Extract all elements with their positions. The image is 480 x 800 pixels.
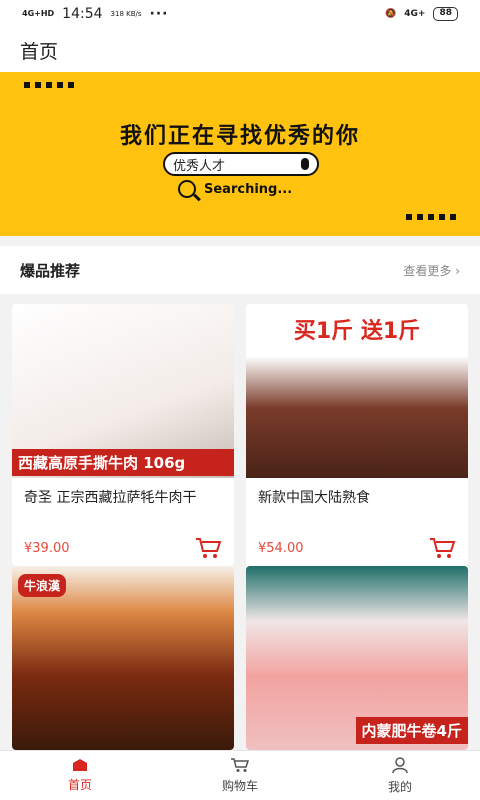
product-image: 西藏高原手撕牛肉 106g	[12, 304, 234, 478]
nav-item-profile[interactable]: 我的	[320, 751, 480, 800]
product-name: 奇圣 正宗西藏拉萨牦牛肉干	[24, 490, 197, 506]
product-image-band: 牛浪漢	[18, 574, 67, 597]
page-header: 首页	[0, 28, 480, 72]
banner-title: 我们正在寻找优秀的你	[119, 124, 360, 149]
network-speed: 318 KB/s	[110, 10, 142, 18]
product-image: 内蒙肥牛卷4斤	[246, 566, 468, 750]
magnifier-icon	[178, 180, 196, 198]
nav-label: 购物车	[221, 779, 258, 793]
searching-row: Searching...	[178, 180, 292, 198]
network-right: 4G+	[404, 9, 426, 19]
network-indicator: 4G+HD	[22, 9, 55, 18]
product-image-band: 买1斤 送1斤	[293, 319, 421, 344]
section-title: 爆品推荐	[20, 261, 81, 280]
chevron-right-icon: ›	[455, 263, 460, 278]
product-image-band: 内蒙肥牛卷4斤	[355, 717, 468, 744]
bottom-nav: 首页 购物车 我的	[0, 750, 480, 800]
banner-search-pill: 优秀人才	[163, 152, 319, 176]
mic-icon	[301, 158, 309, 170]
promo-banner[interactable]: 我们正在寻找优秀的你 优秀人才 Searching...	[0, 72, 480, 236]
product-card[interactable]: 内蒙肥牛卷4斤	[246, 566, 468, 750]
more-notifications: ···	[149, 6, 169, 22]
hot-products-header: 爆品推荐 查看更多 ›	[0, 246, 480, 294]
view-more-link[interactable]: 查看更多 ›	[403, 262, 460, 279]
product-card[interactable]: 买1斤 送1斤 新款中国大陆熟食 ¥54.00	[246, 304, 468, 566]
battery-icon: 88	[433, 7, 458, 21]
add-to-cart-icon[interactable]	[194, 536, 222, 560]
product-price: ¥54.00	[258, 540, 304, 556]
product-image: 买1斤 送1斤	[246, 304, 468, 478]
product-card[interactable]: 牛浪漢	[12, 566, 234, 750]
searching-text: Searching...	[204, 181, 293, 197]
user-icon	[392, 757, 408, 774]
view-more-label: 查看更多	[403, 263, 452, 278]
banner-dots-top	[24, 82, 74, 88]
banner-dots-bottom	[406, 214, 456, 220]
product-price: ¥39.00	[24, 540, 70, 556]
home-icon	[73, 759, 87, 771]
banner-search-text: 优秀人才	[173, 158, 226, 174]
nav-item-home[interactable]: 首页	[0, 751, 160, 800]
cart-icon	[231, 758, 250, 772]
add-to-cart-icon[interactable]	[428, 536, 456, 560]
status-bar: 4G+HD 14:54 318 KB/s ··· 🔕 4G+ 88	[0, 0, 480, 28]
nav-item-cart[interactable]: 购物车	[160, 751, 320, 800]
nav-label: 首页	[67, 778, 92, 792]
page-title: 首页	[20, 40, 59, 63]
product-image-band: 西藏高原手撕牛肉 106g	[12, 449, 234, 476]
clock: 14:54	[62, 6, 103, 22]
product-name: 新款中国大陆熟食	[258, 490, 370, 506]
nav-label: 我的	[387, 780, 412, 794]
product-image: 牛浪漢	[12, 566, 234, 750]
mute-icon: 🔕	[385, 9, 397, 19]
product-card[interactable]: 西藏高原手撕牛肉 106g 奇圣 正宗西藏拉萨牦牛肉干 ¥39.00	[12, 304, 234, 566]
